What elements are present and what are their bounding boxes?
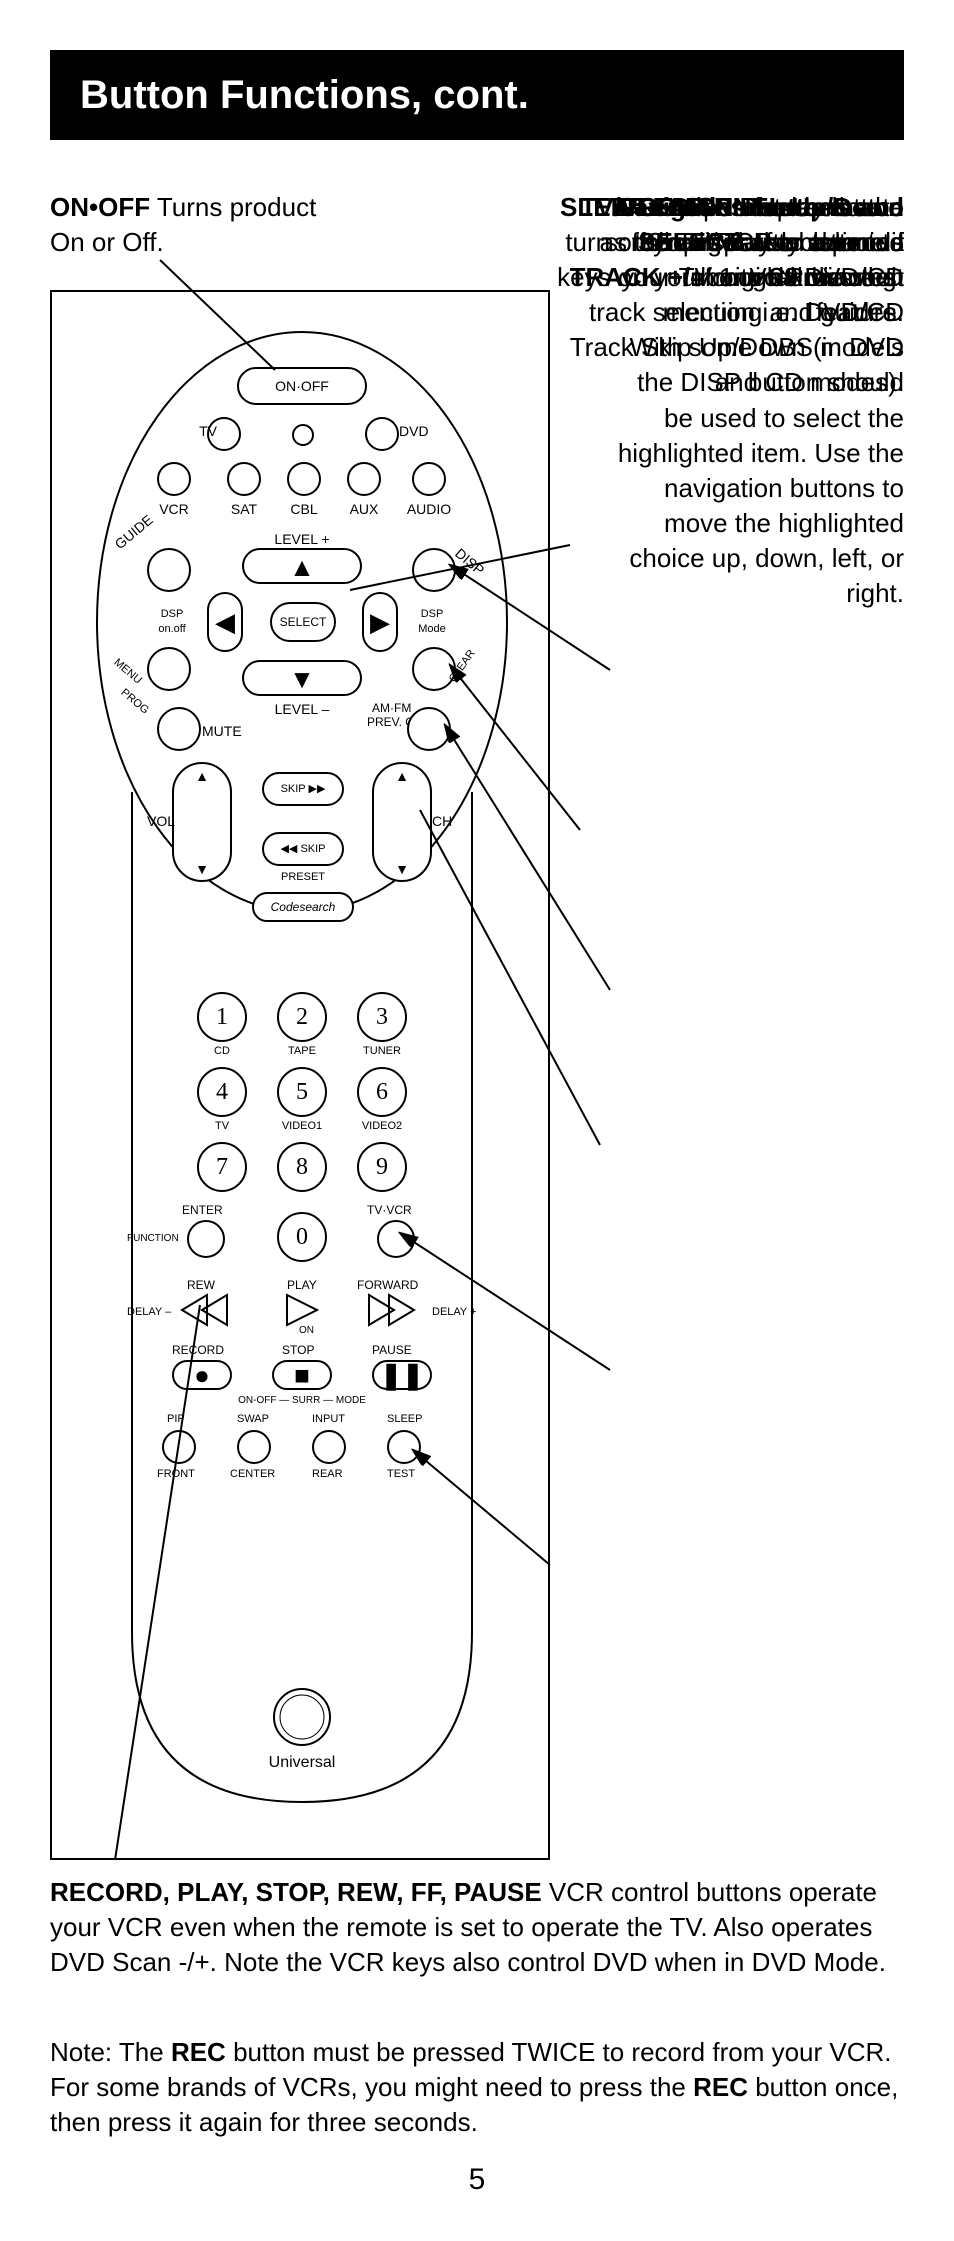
remote-enter-button — [187, 1220, 225, 1258]
remote-on-off-button: ON·OFF — [237, 367, 367, 405]
remote-record-button: ● — [172, 1360, 232, 1390]
remote-guide-button — [147, 548, 191, 592]
remote-codesearch-button: Codesearch — [252, 892, 354, 922]
remote-pause-button: ❚❚ — [372, 1360, 432, 1390]
remote-diagram: ON·OFF TV DVD VCR SAT CBL AUX AUDIO — [50, 290, 550, 1860]
remote-mute-button — [157, 707, 201, 751]
page-number: 5 — [50, 2160, 904, 2201]
callout-on-off: ON•OFF Turns product On or Off. — [50, 190, 350, 260]
callout-sleep: SLEEP enables the remote to turn off you… — [544, 190, 904, 295]
remote-dvd-button — [365, 417, 399, 451]
remote-tvvcr-button — [377, 1220, 415, 1258]
remote-sleep-button — [387, 1430, 421, 1464]
callout-record: RECORD, PLAY, STOP, REW, FF, PAUSE VCR c… — [50, 1875, 900, 1980]
remote-select-button: SELECT — [270, 602, 336, 642]
remote-menu-button — [147, 647, 191, 691]
remote-clear-button — [412, 647, 456, 691]
note-block: Note: The REC button must be pressed TWI… — [50, 2035, 900, 2140]
remote-indicator — [292, 424, 314, 446]
remote-prevch-button — [407, 707, 451, 751]
remote-stop-button: ■ — [272, 1360, 332, 1390]
page-title: Button Functions, cont. — [50, 50, 904, 140]
remote-disp-button — [412, 548, 456, 592]
